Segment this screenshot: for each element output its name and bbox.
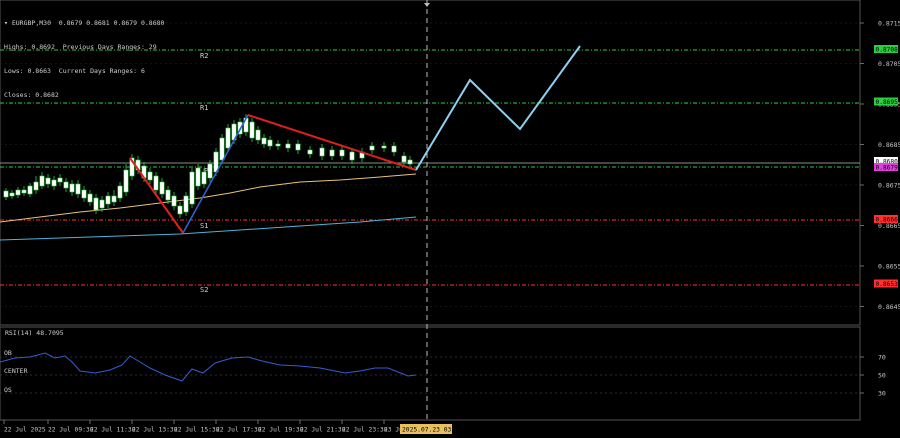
rsi-axis: 70 50 30 [860, 354, 886, 398]
candle-body [339, 149, 345, 157]
candle-body [81, 189, 87, 199]
time-tick-label: 22 Jul 11:30 [90, 427, 136, 434]
candle-body [171, 195, 177, 207]
candle-body [307, 149, 313, 155]
candle-body [369, 145, 375, 151]
time-tick-label: 22 Jul 09:30 [48, 427, 94, 434]
price-badge-label: 0.8708 [876, 46, 899, 53]
candle-body [87, 193, 93, 203]
candle-body [261, 137, 267, 145]
price-badge-label: 0.8679 [876, 164, 899, 171]
candle-body [201, 171, 207, 185]
candle-body [207, 163, 213, 179]
rsi-tick-label: 70 [878, 354, 886, 362]
rsi-center-label: CENTER [4, 367, 28, 375]
candle-body [117, 185, 123, 199]
time-tick-label: 22 Jul 19:30 [258, 427, 304, 434]
candle-body [39, 175, 45, 187]
time-tick-label: 22 Jul 2025 [4, 427, 46, 434]
candle-body [319, 147, 325, 157]
closes-text: Closes: 0.8682 [4, 91, 59, 99]
candle-body [401, 155, 407, 163]
candle-body [3, 190, 9, 198]
time-tick-label: 22 Jul 15:30 [174, 427, 220, 434]
candle-body [69, 183, 75, 193]
s1-label: S1 [200, 222, 208, 230]
candle-body [249, 121, 255, 139]
candle-body [75, 183, 81, 195]
candle-body [63, 181, 69, 189]
current-range-text: Current Days Ranges: 6 [58, 67, 145, 75]
highs-text: Highs: 0.8692 [4, 43, 55, 51]
candle-body [27, 185, 33, 195]
candle-body [15, 189, 21, 196]
time-tick-label: 22 Jul 23:30 [342, 427, 388, 434]
candle-body [189, 171, 195, 205]
time-tick-label: 22 Jul 17:30 [216, 427, 262, 434]
candle-body [329, 149, 335, 157]
rsi-os-label: OS [4, 386, 12, 394]
candle-body [123, 169, 129, 193]
time-tick-label: 22 Jul 13:30 [132, 427, 178, 434]
candle-body [225, 127, 231, 149]
candle-body [33, 181, 39, 191]
candle-body [51, 179, 57, 187]
candle-body [275, 143, 281, 147]
candle-body [105, 195, 111, 205]
candle-body [45, 177, 51, 185]
candle-body [349, 151, 355, 161]
rsi-ob-label: OB [4, 349, 12, 357]
price-badge-label: 0.8653 [876, 281, 899, 288]
price-tick-label: 0.8645 [878, 303, 900, 311]
lows-text: Lows: 0.8663 [4, 67, 51, 75]
candle-body [177, 205, 183, 215]
rsi-tick-label: 30 [878, 390, 886, 398]
price-tick-label: 0.8705 [878, 60, 900, 68]
candle-body [57, 177, 63, 183]
candle-body [93, 197, 99, 211]
candle-body [195, 167, 201, 187]
candle-body [111, 195, 117, 203]
price-tick-label: 0.8715 [878, 20, 900, 28]
s2-label: S2 [200, 286, 208, 294]
price-tick-label: 0.8685 [878, 141, 900, 149]
candle-body [391, 145, 397, 153]
candle-body [153, 175, 159, 191]
candle-body [147, 171, 153, 181]
candle-body [99, 199, 105, 209]
candle-body [9, 192, 15, 197]
candle-body [165, 189, 171, 201]
previous-range-text: Previous Days Ranges: 29 [62, 43, 157, 51]
candle-body [183, 195, 189, 213]
candle-body [219, 137, 225, 161]
candle-body [381, 145, 387, 149]
rsi-title: RSI(14) 48.7095 [5, 329, 64, 337]
price-badge-label: 0.8666 [876, 216, 899, 223]
candle-body [21, 189, 27, 194]
price-tick-label: 0.8675 [878, 182, 900, 190]
candle-body [285, 143, 291, 149]
price-badge-label: 0.8695 [876, 99, 899, 106]
price-tick-label: 0.8655 [878, 263, 900, 271]
rsi-panel[interactable] [0, 326, 861, 421]
symbol-quote: EURGBP,M30 0.8679 0.8681 0.8679 0.8680 [11, 19, 165, 27]
candle-body [159, 181, 165, 195]
candle-body [255, 129, 261, 141]
price-level-labels: 0.87080.86950.86800.86790.86660.8653 [874, 45, 898, 288]
time-axis[interactable]: 22 Jul 2025 22 Jul 09:3022 Jul 11:3022 Ju… [3, 420, 407, 434]
rsi-tick-label: 50 [878, 372, 886, 380]
candle-body [267, 139, 273, 147]
candle-body [407, 159, 413, 165]
cursor-time-label: 2025.07.23 03:30 [402, 427, 463, 434]
symbol-info-box: ▾ EURGBP,M30 0.8679 0.8681 0.8679 0.8680… [4, 3, 164, 107]
r2-label: R2 [200, 52, 208, 60]
r1-label: R1 [200, 104, 208, 112]
dropdown-triangle-icon[interactable]: ▾ [4, 19, 8, 27]
candle-body [295, 143, 301, 151]
time-tick-label: 22 Jul 21:30 [300, 427, 346, 434]
